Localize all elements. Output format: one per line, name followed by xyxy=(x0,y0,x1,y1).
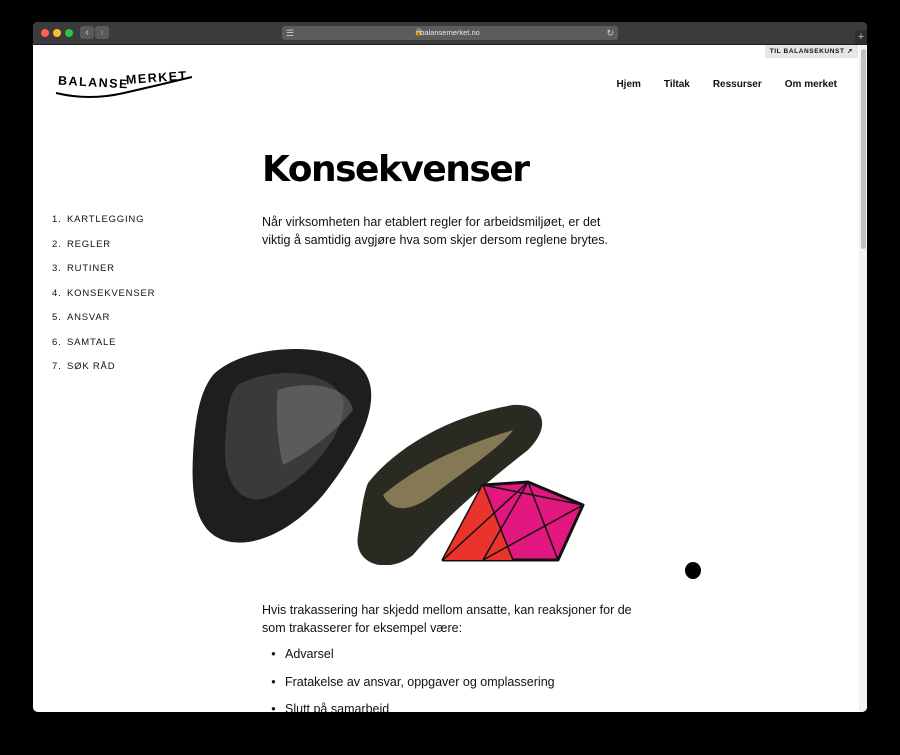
section-nav-label: KONSEKVENSER xyxy=(67,287,156,299)
forward-button[interactable]: › xyxy=(95,26,109,39)
section-nav: 1. KARTLEGGING 2. REGLER 3. RUTINER 4. KONSE… xyxy=(52,213,155,385)
scrollbar-thumb[interactable] xyxy=(861,49,866,249)
section-nav-num: 5. xyxy=(52,312,62,323)
new-tab-button[interactable]: + xyxy=(855,30,867,44)
list-item: • Advarsel xyxy=(262,645,555,673)
bullet-icon: • xyxy=(271,702,276,712)
section-nav-num: 3. xyxy=(52,263,62,274)
minimize-window-button[interactable] xyxy=(53,29,61,37)
section-nav-item-konsekvenser[interactable]: 4. KONSEKVENSER xyxy=(52,287,155,312)
site-logo[interactable]: BALANSE MERKET xyxy=(54,65,194,101)
section-nav-label: ANSVAR xyxy=(67,312,111,323)
close-window-button[interactable] xyxy=(41,29,49,37)
logo-word-right: MERKET xyxy=(126,69,189,87)
section-nav-item-rutiner[interactable]: 3. RUTINER xyxy=(52,262,155,287)
list-item-text: Advarsel xyxy=(285,647,334,661)
maximize-window-button[interactable] xyxy=(65,29,73,37)
web-page: TIL BALANSEKUNST ↗ BALANSE MERKET Hjem T… xyxy=(33,45,867,712)
stones-illustration xyxy=(192,348,585,565)
scrollbar[interactable] xyxy=(859,45,867,712)
section-nav-item-regler[interactable]: 2. REGLER xyxy=(52,238,155,263)
nav-om-merket[interactable]: Om merket xyxy=(785,79,837,90)
main-nav: Hjem Tiltak Ressurser Om merket xyxy=(616,79,837,90)
bullet-icon: • xyxy=(271,674,276,689)
list-item: • Slutt på samarbeid xyxy=(262,700,555,712)
section-nav-label: SAMTALE xyxy=(67,336,117,348)
section-nav-label: RUTINER xyxy=(67,263,115,274)
section-nav-item-kartlegging[interactable]: 1. KARTLEGGING xyxy=(52,213,155,238)
section-nav-num: 1. xyxy=(52,214,62,225)
page-title: Konsekvenser xyxy=(262,149,530,190)
address-bar[interactable]: ☰ 🔒 balansemerket.no ↻ xyxy=(282,26,618,40)
section-nav-label: KARTLEGGING xyxy=(67,214,145,225)
bullet-icon: • xyxy=(271,647,276,661)
section-nav-num: 6. xyxy=(52,336,62,348)
section-nav-item-sok-rad[interactable]: 7. SØK RÅD xyxy=(52,360,155,385)
browser-titlebar: ‹ › ☰ 🔒 balansemerket.no ↻ + xyxy=(33,22,867,45)
list-item: • Fratakelse av ansvar, oppgaver og ompla… xyxy=(262,673,555,701)
nav-ressurser[interactable]: Ressurser xyxy=(713,79,762,90)
black-dot xyxy=(685,562,701,579)
reload-icon[interactable]: ↻ xyxy=(606,27,614,39)
section-nav-item-samtale[interactable]: 6. SAMTALE xyxy=(52,336,155,361)
consequences-paragraph: Hvis trakassering har skjedd mellom ansa… xyxy=(262,603,632,635)
intro-paragraph: Når virksomheten har etablert regler for… xyxy=(262,215,608,247)
nav-tiltak[interactable]: Tiltak xyxy=(664,79,690,90)
list-item-text: Fratakelse av ansvar, oppgaver og omplas… xyxy=(285,674,555,689)
section-nav-label: SØK RÅD xyxy=(67,361,116,372)
back-button[interactable]: ‹ xyxy=(80,26,94,39)
nav-hjem[interactable]: Hjem xyxy=(616,79,640,90)
section-nav-item-ansvar[interactable]: 5. ANSVAR xyxy=(52,311,155,336)
section-nav-num: 4. xyxy=(52,287,62,299)
section-nav-num: 2. xyxy=(52,238,62,250)
logo-word-left: BALANSE xyxy=(58,74,130,92)
url-text[interactable]: balansemerket.no xyxy=(282,27,618,39)
balansekunst-link[interactable]: TIL BALANSEKUNST ↗ xyxy=(764,45,858,58)
consequences-list: • Advarsel • Fratakelse av ansvar, oppgave… xyxy=(262,645,555,712)
browser-window: ‹ › ☰ 🔒 balansemerket.no ↻ + TIL BALANSE… xyxy=(33,22,867,712)
section-nav-num: 7. xyxy=(52,361,62,372)
section-nav-label: REGLER xyxy=(67,238,111,250)
list-item-text: Slutt på samarbeid xyxy=(285,702,390,712)
